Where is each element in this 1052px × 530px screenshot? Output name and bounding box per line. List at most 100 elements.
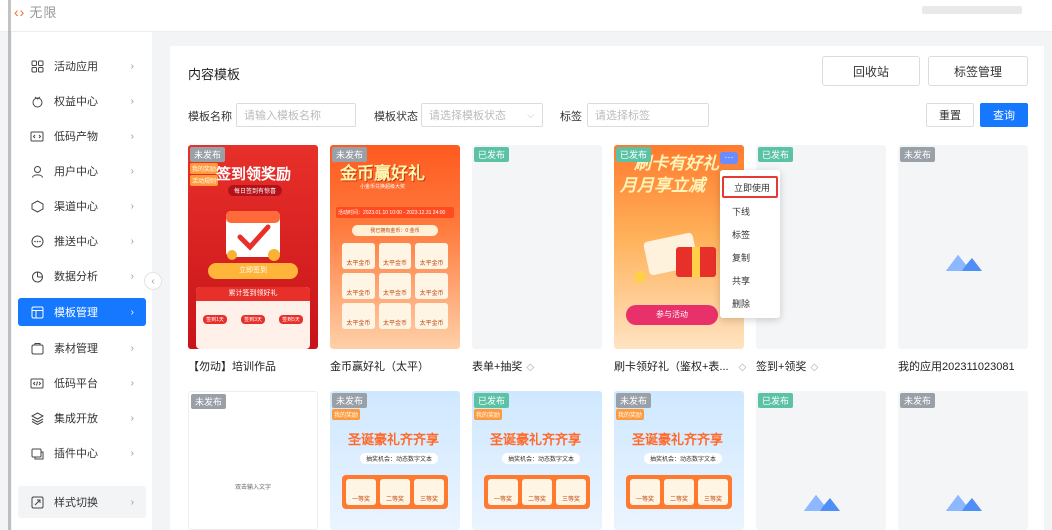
sidebar-item-integration[interactable]: 集成开放 › [18, 404, 146, 432]
use-now-menu-item[interactable]: 立即使用 [722, 176, 778, 198]
tag-icon[interactable]: ◇ [810, 362, 818, 373]
template-card[interactable]: 未发布 [898, 391, 1028, 530]
card-name-text: 签到+领奖 [756, 361, 807, 373]
card-placeholder-text: 双击输入文字 [235, 485, 272, 491]
activity-time: 活动时间：2023.01.10 10:00 - 2023.12.31 24:00 [336, 207, 454, 218]
chevron-right-icon: › [130, 130, 134, 142]
card-name: 签到+领奖 ◇ [756, 358, 818, 374]
sidebar-item-label: 活动应用 [54, 61, 98, 73]
style-switch-label: 样式切换 [54, 497, 98, 509]
sidebar-item-label: 素材管理 [54, 343, 98, 355]
status-badge: 未发布 [900, 393, 936, 408]
coin-cell: 太平金币 [378, 243, 412, 269]
tag-manage-button[interactable]: 标签管理 [928, 56, 1028, 86]
my-rewards-tag: 我的奖励 [332, 409, 361, 420]
query-button[interactable]: 查询 [980, 103, 1028, 127]
poster-subtitle: 每日签到有惊喜 [228, 185, 283, 196]
chevron-right-icon: › [130, 270, 134, 282]
poster-title: 金币赢好礼 [340, 164, 425, 183]
prize-cell: 三等奖 [698, 479, 728, 505]
status-badge: 已发布 [474, 393, 510, 408]
chevron-right-icon: › [130, 165, 134, 177]
template-card[interactable]: 未发布 我的奖励 圣诞豪礼齐齐享 抽奖机会：动态数字文本 一等奖 二等奖 三等奖 [330, 391, 460, 530]
status-badge: 未发布 [900, 147, 936, 162]
my-rewards-tag: 我的奖励 [474, 409, 503, 420]
more-options-button[interactable]: ··· [720, 152, 738, 164]
sidebar-item-data-analysis[interactable]: 数据分析 › [18, 262, 146, 290]
prize-cell: 二等奖 [664, 479, 694, 505]
lottery-chances: 抽奖机会：动态数字文本 [502, 453, 581, 464]
coin-cell: 太平金币 [415, 273, 448, 299]
sidebar-item-plugin-center[interactable]: 插件中心 › [18, 439, 146, 467]
status-badge: 已发布 [616, 147, 652, 162]
tag-icon[interactable]: ◇ [526, 362, 534, 373]
template-name-input[interactable]: 请输入模板名称 [236, 103, 356, 127]
card-name: 【勿动】培训作品 [188, 361, 276, 373]
tag-menu-item[interactable]: 标签 [720, 223, 780, 245]
sidebar-item-push-center[interactable]: 推送中心 › [18, 227, 146, 255]
prize-cell: 一等奖 [630, 479, 660, 505]
sidebar-item-label: 插件中心 [54, 448, 98, 460]
template-card[interactable]: 未发布 双击输入文字 [188, 391, 318, 530]
sidebar-item-activity-apps[interactable]: 活动应用 › [18, 52, 146, 80]
poster-title: 圣诞豪礼齐齐享 [348, 432, 440, 447]
status-badge: 未发布 [332, 147, 368, 162]
template-status-select[interactable]: 请选择模板状态 ⌵ [421, 103, 543, 127]
coin-grid: 太平金币 太平金币 太平金币 太平金币 太平金币 太平金币 太平金币 太平金币 … [342, 243, 448, 329]
template-card[interactable]: 未发布 我的奖励 圣诞豪礼齐齐享 抽奖机会：动态数字文本 一等奖 二等奖 三等奖 [614, 391, 744, 530]
template-card[interactable]: 未发布 我的奖励 活动规则 签到领奖励 每日签到有惊喜 立即签到 累计签到领好礼… [188, 145, 318, 349]
lottery-chances: 抽奖机会：动态数字文本 [360, 453, 439, 464]
sidebar-item-channel-center[interactable]: 渠道中心 › [18, 192, 146, 220]
sidebar-item-material-management[interactable]: 素材管理 › [18, 334, 146, 362]
gift-box-illustration [634, 232, 716, 283]
tag-filter-select[interactable]: 请选择标签 [587, 103, 709, 127]
brand-name: 无限 [29, 5, 58, 20]
sidebar: 活动应用 › 权益中心 › 低码产物 › 用户中心 › 渠道中心 › 推送中心 › 数据分析… [12, 32, 152, 530]
channel-icon [30, 199, 44, 213]
card-context-menu: 立即使用 下线 标签 复制 共享 删除 [720, 170, 780, 318]
coin-balance: 我已拥有金币：0 金币 [352, 225, 438, 236]
chevron-right-icon: › [130, 235, 134, 247]
card-name-text: 表单+抽奖 [472, 361, 523, 373]
offline-menu-item[interactable]: 下线 [720, 200, 780, 222]
sidebar-collapse-button[interactable]: ‹ [144, 272, 162, 290]
material-icon [30, 341, 44, 355]
sidebar-item-label: 低码平台 [54, 378, 98, 390]
tag-filter-label: 标签 [560, 111, 582, 123]
style-switch-icon [30, 495, 44, 509]
prize-cell: 二等奖 [380, 479, 410, 505]
status-placeholder: 请选择模板状态 [429, 110, 506, 122]
sidebar-item-lowcode-products[interactable]: 低码产物 › [18, 122, 146, 150]
sidebar-item-label: 权益中心 [54, 96, 98, 108]
sidebar-item-template-management[interactable]: 模板管理 › [18, 298, 146, 326]
image-placeholder-icon [946, 255, 982, 271]
card-name: 刷卡领好礼（鉴权+表... ◇ [614, 358, 746, 374]
share-menu-item[interactable]: 共享 [720, 269, 780, 291]
user-area[interactable] [922, 6, 1022, 14]
chevron-right-icon: › [130, 377, 134, 389]
sidebar-item-label: 用户中心 [54, 166, 98, 178]
tag-icon[interactable]: ◇ [739, 362, 747, 373]
sidebar-item-benefits[interactable]: 权益中心 › [18, 87, 146, 115]
page-title: 内容模板 [188, 67, 241, 82]
copy-menu-item[interactable]: 复制 [720, 246, 780, 268]
template-name-label: 模板名称 [188, 111, 232, 123]
card-name: 我的应用202311023081 [898, 361, 1015, 373]
recycle-bin-button[interactable]: 回收站 [822, 56, 920, 86]
style-switch-button[interactable]: 样式切换 › [18, 486, 146, 518]
prize-cell: 一等奖 [488, 479, 518, 505]
image-placeholder-icon [946, 495, 982, 511]
template-card[interactable]: 未发布 金币赢好礼 小金币兑换超级大奖 活动时间：2023.01.10 10:0… [330, 145, 460, 349]
template-card[interactable]: 已发布 [472, 145, 602, 349]
reset-button[interactable]: 重置 [926, 103, 974, 127]
chevron-right-icon: › [130, 306, 134, 318]
template-card[interactable]: 未发布 [898, 145, 1028, 349]
brand-logo[interactable]: ‹› 无限 [14, 2, 57, 21]
prize-cell: 二等奖 [522, 479, 552, 505]
template-card[interactable]: 已发布 [756, 391, 886, 530]
sidebar-item-lowcode-platform[interactable]: 低码平台 › [18, 369, 146, 397]
template-card[interactable]: 已发布 我的奖励 圣诞豪礼齐齐享 抽奖机会：动态数字文本 一等奖 二等奖 三等奖 [472, 391, 602, 530]
delete-menu-item[interactable]: 删除 [720, 292, 780, 314]
sidebar-item-label: 模板管理 [54, 307, 98, 319]
sidebar-item-user-center[interactable]: 用户中心 › [18, 157, 146, 185]
